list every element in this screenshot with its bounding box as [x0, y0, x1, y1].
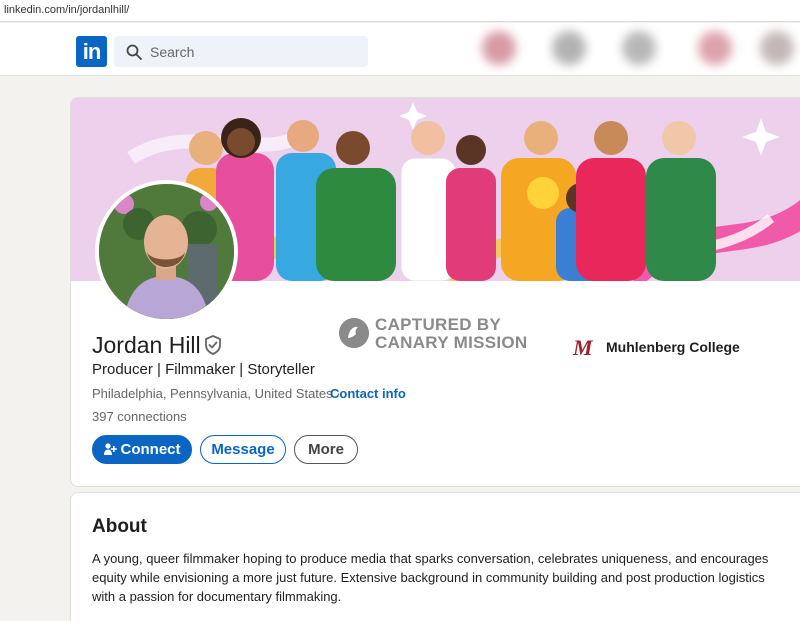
url-text: linkedin.com/in/jordanlhill/ [4, 4, 130, 16]
profile-headline: Producer | Filmmaker | Storyteller [92, 361, 315, 378]
profile-location: Philadelphia, Pennsylvania, United State… [92, 386, 341, 401]
top-navigation: in Search [0, 23, 800, 76]
about-text: A young, queer filmmaker hoping to produ… [92, 551, 769, 604]
contact-info-link[interactable]: Contact info [330, 386, 406, 401]
more-button[interactable]: More [294, 435, 358, 464]
connections-count[interactable]: 397 connections [92, 409, 187, 424]
watermark-line-2: CANARY MISSION [375, 333, 528, 352]
canary-logo-icon [339, 318, 369, 348]
nav-item-blurred-5[interactable] [760, 31, 794, 65]
about-heading: About [92, 516, 147, 537]
avatar-photo [99, 184, 234, 319]
profile-avatar[interactable] [95, 180, 238, 323]
linkedin-logo[interactable]: in [76, 36, 107, 67]
school-name[interactable]: Muhlenberg College [606, 339, 740, 355]
nav-item-blurred-1[interactable] [482, 31, 516, 65]
nav-item-blurred-3[interactable] [622, 31, 656, 65]
school-logo-icon[interactable]: M [573, 335, 593, 361]
watermark-text: CAPTURED BY CANARY MISSION [375, 316, 528, 352]
profile-name: Jordan Hill [92, 332, 201, 358]
search-input[interactable]: Search [114, 36, 368, 67]
search-icon [126, 44, 142, 60]
browser-url-bar[interactable]: linkedin.com/in/jordanlhill/ [0, 0, 800, 22]
watermark-line-1: CAPTURED BY [375, 315, 502, 334]
add-person-icon [103, 443, 117, 455]
verified-shield-icon[interactable] [203, 335, 223, 355]
search-placeholder: Search [150, 44, 195, 60]
message-button[interactable]: Message [200, 435, 286, 464]
connect-label: Connect [120, 441, 181, 458]
nav-item-blurred-4[interactable] [698, 31, 732, 65]
nav-item-blurred-2[interactable] [552, 31, 586, 65]
connect-button[interactable]: Connect [92, 435, 192, 464]
canary-mission-watermark: CAPTURED BY CANARY MISSION [339, 316, 539, 356]
